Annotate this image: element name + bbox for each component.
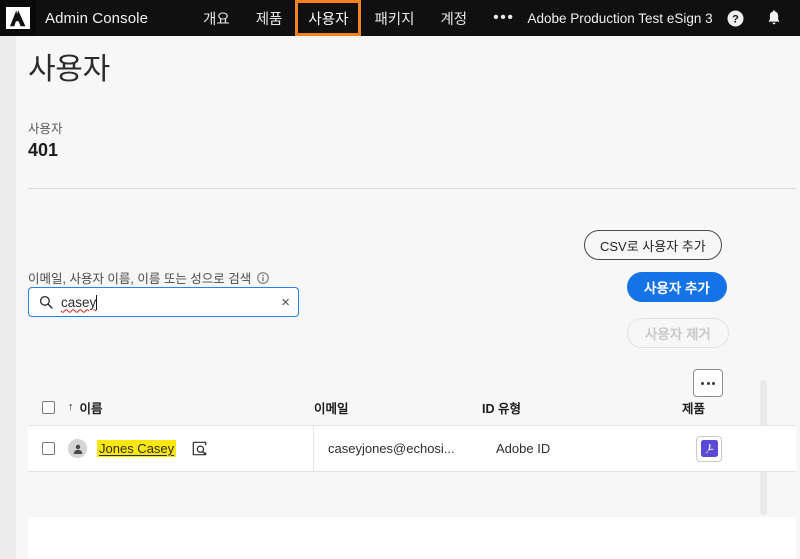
main-nav: 개요 제품 사용자 패키지 계정 •••	[190, 0, 527, 36]
info-circle-icon[interactable]	[257, 271, 270, 284]
top-navigation-bar: Admin Console 개요 제품 사용자 패키지 계정 ••• Adobe…	[0, 0, 800, 36]
column-header-product[interactable]: 제품	[682, 398, 792, 417]
add-users-by-csv-button[interactable]: CSV로 사용자 추가	[584, 230, 722, 260]
cell-product	[682, 435, 792, 462]
document-search-icon[interactable]	[192, 441, 207, 456]
adobe-acrobat-icon	[700, 440, 718, 457]
select-all-checkbox[interactable]	[41, 400, 55, 414]
section-divider	[28, 188, 796, 189]
clear-search-icon[interactable]: ×	[281, 295, 290, 310]
user-name-link[interactable]: Jones Casey	[97, 440, 177, 457]
nav-item-account[interactable]: 계정	[427, 0, 480, 36]
user-avatar-icon	[68, 439, 87, 458]
page-title: 사용자	[28, 53, 110, 86]
remove-user-button: 사용자 제거	[627, 318, 729, 348]
left-rail	[0, 36, 16, 559]
user-count-label: 사용자	[28, 122, 63, 136]
row-checkbox[interactable]	[41, 442, 55, 455]
add-user-button[interactable]: 사용자 추가	[627, 272, 727, 302]
help-circle-icon[interactable]: ?	[721, 3, 751, 33]
nav-item-overview[interactable]: 개요	[190, 0, 243, 36]
row-checkbox-cell	[28, 442, 68, 455]
notification-bell-icon[interactable]	[759, 3, 789, 33]
cell-name: Jones Casey	[68, 425, 314, 472]
table-header-row: ↑ 이름 이메일 ID 유형 제품	[28, 389, 796, 425]
column-header-id-type[interactable]: ID 유형	[482, 398, 682, 417]
user-count-value: 401	[28, 140, 59, 160]
topbar-right-cluster: Adobe Production Test eSign 3 ?	[527, 0, 800, 36]
select-all-checkbox-cell	[28, 400, 68, 414]
column-header-email[interactable]: 이메일	[314, 398, 482, 417]
admin-console-page: Admin Console 개요 제품 사용자 패키지 계정 ••• Adobe…	[0, 0, 800, 559]
organization-name: Adobe Production Test eSign 3	[527, 10, 713, 26]
adobe-logo-icon[interactable]	[0, 0, 36, 36]
text-caret	[96, 294, 98, 310]
search-input-value: casey	[61, 294, 97, 310]
table-empty-area	[28, 517, 796, 559]
nav-overflow-ellipsis-icon[interactable]: •••	[480, 0, 527, 36]
table-row[interactable]: Jones Casey caseyjones@echosi... Adobe I…	[28, 425, 796, 472]
main-content: 사용자 사용자 401 이메일, 사용자 이름, 이름 또는 성으로 검색 ca…	[16, 36, 800, 559]
app-title: Admin Console	[45, 9, 149, 27]
column-header-name[interactable]: ↑ 이름	[68, 398, 314, 417]
cell-email: caseyjones@echosi...	[328, 441, 455, 456]
search-label-text: 이메일, 사용자 이름, 이름 또는 성으로 검색	[28, 272, 252, 286]
nav-item-products[interactable]: 제품	[243, 0, 296, 36]
users-table: ↑ 이름 이메일 ID 유형 제품 Jones Casey caseyjones…	[28, 389, 796, 472]
cell-id-type: Adobe ID	[496, 441, 551, 456]
nav-item-packages[interactable]: 패키지	[361, 0, 427, 36]
search-label-row: 이메일, 사용자 이름, 이름 또는 성으로 검색	[28, 268, 270, 287]
sort-ascending-icon: ↑	[68, 401, 74, 413]
column-header-name-label: 이름	[79, 401, 103, 416]
product-chip[interactable]	[696, 435, 722, 462]
nav-item-users[interactable]: 사용자	[295, 0, 362, 36]
search-icon	[37, 295, 55, 309]
svg-text:?: ?	[732, 13, 739, 25]
search-input[interactable]: casey ×	[28, 287, 299, 317]
